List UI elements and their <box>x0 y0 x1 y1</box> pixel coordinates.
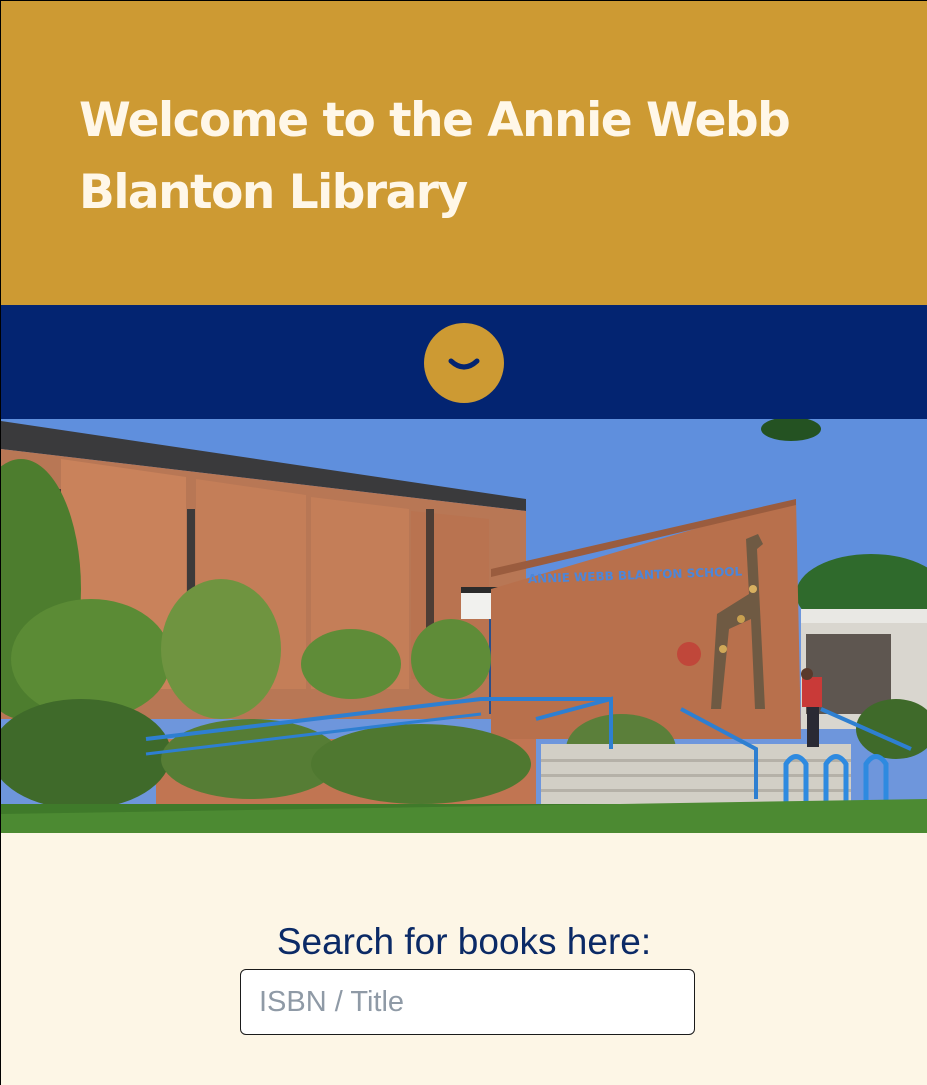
book-search-input[interactable] <box>240 969 695 1035</box>
search-label: Search for books here: <box>276 921 652 962</box>
page: Welcome to the Annie Webb Blanton Library <box>1 1 927 1085</box>
page-title-line-1: Welcome to the Annie Webb <box>79 93 791 148</box>
school-building-photo: ANNIE WEBB BLANTON SCHOOL <box>1 419 927 833</box>
chevron-down-icon <box>448 358 480 370</box>
school-building-image: ANNIE WEBB BLANTON SCHOOL <box>1 419 927 833</box>
scroll-down-button[interactable] <box>424 323 504 403</box>
page-title: Welcome to the Annie Webb Blanton Library <box>79 85 879 229</box>
page-title-line-2: Blanton Library <box>79 165 468 220</box>
hero-banner: Welcome to the Annie Webb Blanton Library <box>1 1 927 305</box>
